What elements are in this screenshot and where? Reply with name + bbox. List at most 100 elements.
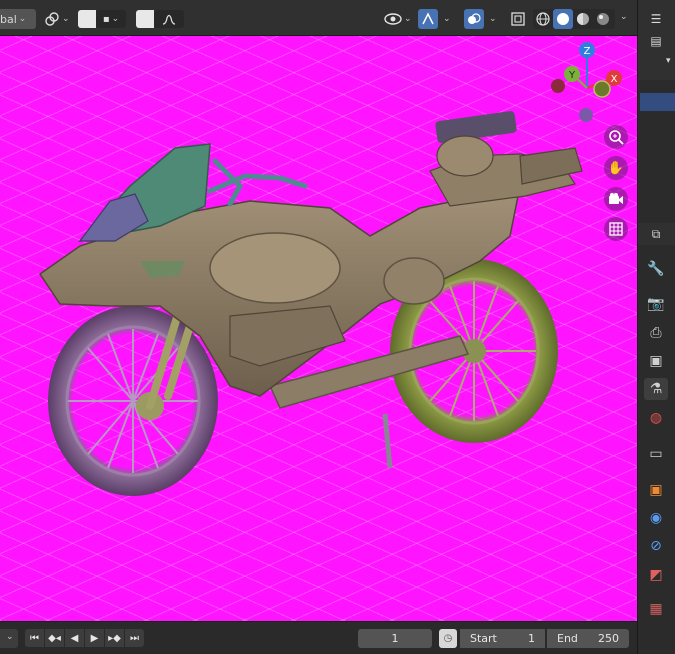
tab-tool[interactable]: 🔧 bbox=[644, 258, 668, 280]
proportional-falloff-dropdown[interactable] bbox=[154, 10, 184, 28]
xray-toggle[interactable] bbox=[510, 9, 528, 29]
material-shading-button[interactable] bbox=[573, 9, 593, 29]
tab-scene[interactable]: ⚗ bbox=[644, 378, 668, 400]
display-mode-icon: ▤ bbox=[650, 34, 662, 48]
chevron-down-icon: ⌄ bbox=[18, 14, 27, 24]
timeline-menu-toggle[interactable]: ⌄ bbox=[0, 629, 18, 648]
camera-icon bbox=[609, 193, 623, 204]
next-keyframe-icon: ▸◆ bbox=[108, 632, 121, 644]
current-frame-field[interactable]: 1 bbox=[358, 629, 432, 648]
tab-material[interactable]: ◩ bbox=[644, 564, 668, 586]
gizmo-toggle-group: ⌄ bbox=[418, 9, 458, 29]
jump-prev-keyframe-button[interactable]: ◆◂ bbox=[45, 629, 64, 647]
preview-range-toggle[interactable]: ◷ bbox=[439, 629, 457, 648]
zoom-icon bbox=[609, 130, 624, 145]
image-icon: ▣ bbox=[649, 353, 663, 369]
visibility-dropdown[interactable]: ⌄ bbox=[384, 9, 416, 29]
outliner-selected-row[interactable] bbox=[640, 93, 675, 111]
material-sphere-icon bbox=[577, 13, 589, 25]
camera-back-icon: 📷 bbox=[647, 296, 665, 312]
perspective-toggle-button[interactable] bbox=[604, 217, 628, 241]
wireframe-sphere-icon bbox=[536, 12, 550, 26]
proportional-editing-group bbox=[136, 9, 190, 29]
play-reverse-button[interactable]: ◀ bbox=[65, 629, 84, 647]
play-reverse-icon: ◀ bbox=[70, 632, 79, 644]
jump-to-end-button[interactable]: ⏭ bbox=[125, 629, 144, 647]
kickstand[interactable] bbox=[382, 413, 393, 469]
start-frame-value: 1 bbox=[528, 632, 535, 645]
neg-x-axis-handle[interactable] bbox=[593, 80, 611, 98]
hand-icon: ✋ bbox=[607, 160, 625, 176]
chevron-down-icon[interactable]: ⌄ bbox=[489, 14, 497, 24]
camera-view-button[interactable] bbox=[604, 187, 628, 211]
tab-object-constraints[interactable]: ⊘ bbox=[644, 535, 668, 557]
proportional-editing-toggle[interactable] bbox=[136, 10, 154, 28]
pan-button[interactable]: ✋ bbox=[604, 156, 628, 180]
pivot-icon bbox=[45, 12, 59, 26]
pivot-point-dropdown[interactable]: ⌄ bbox=[44, 9, 72, 29]
end-frame-value: 250 bbox=[598, 632, 619, 645]
tab-view-layer[interactable]: ▣ bbox=[644, 350, 668, 372]
eye-icon bbox=[384, 13, 402, 25]
end-frame-field[interactable]: End 250 bbox=[547, 629, 629, 648]
start-frame-field[interactable]: Start 1 bbox=[460, 629, 545, 648]
tab-render[interactable]: 📷 bbox=[644, 293, 668, 315]
constraints-link-icon: ⊘ bbox=[650, 538, 662, 554]
snap-target-dropdown[interactable]: ▪ ⌄ bbox=[96, 10, 126, 28]
chevron-down-icon: ⌄ bbox=[404, 14, 412, 24]
tab-physics[interactable]: ◉ bbox=[644, 507, 668, 529]
chevron-down-icon: ⌄ bbox=[62, 14, 70, 24]
handlebars[interactable] bbox=[207, 158, 308, 207]
jump-next-keyframe-button[interactable]: ▸◆ bbox=[105, 629, 124, 647]
outliner-icon: ☰ bbox=[650, 12, 662, 26]
tab-world[interactable]: ◍ bbox=[644, 407, 668, 429]
snap-increment-icon: ▪ bbox=[102, 13, 110, 25]
tab-output[interactable]: ⎙ bbox=[644, 322, 668, 344]
outliner-editor-type-button[interactable]: ☰ bbox=[644, 8, 668, 30]
properties-editor-type-button[interactable]: ⧉ bbox=[644, 223, 668, 245]
object-square-icon: ▣ bbox=[649, 482, 663, 498]
overlays-toggle[interactable] bbox=[464, 9, 484, 29]
jump-to-start-button[interactable]: ⏮ bbox=[25, 629, 44, 647]
play-button[interactable]: ▶ bbox=[85, 629, 104, 647]
printer-icon: ⎙ bbox=[650, 325, 662, 341]
chevron-down-icon[interactable]: ▾ bbox=[666, 56, 671, 66]
chevron-down-icon: ⌄ bbox=[6, 632, 14, 642]
rendered-shading-button[interactable] bbox=[593, 9, 613, 29]
neg-z-axis-handle[interactable] bbox=[579, 108, 593, 122]
3d-viewport[interactable]: Z X Y ✋ bbox=[0, 36, 637, 621]
snap-toggle[interactable] bbox=[78, 10, 96, 28]
current-frame-value: 1 bbox=[391, 632, 399, 645]
x-axis-label: X bbox=[611, 74, 618, 85]
collection-box-icon: ▭ bbox=[649, 446, 663, 462]
viewport-header: bal ⌄ ⌄ ▪ ⌄ ⌄ ⌄ ⌄ ⌄ bbox=[0, 0, 637, 36]
jump-start-icon: ⏮ bbox=[30, 632, 39, 644]
snap-toggle-group: ▪ ⌄ bbox=[78, 9, 130, 29]
transform-orientation-dropdown[interactable]: bal ⌄ bbox=[0, 9, 36, 29]
fuel-tank[interactable] bbox=[209, 232, 341, 304]
neg-y-axis-handle[interactable] bbox=[551, 79, 565, 93]
tab-texture[interactable]: ▦ bbox=[644, 598, 668, 620]
transform-orientation-label: bal bbox=[0, 12, 17, 26]
overlay-toggle-group: ⌄ bbox=[464, 9, 504, 29]
properties-header: ⧉ bbox=[638, 223, 675, 245]
wireframe-shading-button[interactable] bbox=[533, 9, 553, 29]
solid-sphere-icon bbox=[557, 13, 569, 25]
physics-orbit-icon: ◉ bbox=[649, 510, 663, 526]
gizmo-toggle[interactable] bbox=[418, 9, 438, 29]
wrench-screwdriver-icon: 🔧 bbox=[647, 261, 665, 277]
z-axis-label: Z bbox=[584, 46, 591, 57]
timeline-footer: ⌄ ⏮ ◆◂ ◀ ▶ ▸◆ ⏭ 1 ◷ Start 1 End 250 bbox=[0, 621, 637, 654]
outliner-filter-button[interactable]: ▤ bbox=[644, 30, 668, 52]
shading-options-chevron-icon[interactable]: ⌄ bbox=[620, 12, 628, 22]
chevron-down-icon: ⌄ bbox=[111, 14, 120, 24]
tab-object[interactable]: ▣ bbox=[644, 479, 668, 501]
zoom-button[interactable] bbox=[604, 125, 628, 149]
tail-light-housing bbox=[436, 135, 494, 177]
chevron-down-icon[interactable]: ⌄ bbox=[443, 14, 451, 24]
front-wheel[interactable] bbox=[48, 306, 218, 496]
xray-icon bbox=[511, 12, 525, 26]
prev-keyframe-icon: ◆◂ bbox=[48, 632, 61, 644]
tab-collection[interactable]: ▭ bbox=[644, 443, 668, 465]
solid-shading-button[interactable] bbox=[553, 9, 573, 29]
